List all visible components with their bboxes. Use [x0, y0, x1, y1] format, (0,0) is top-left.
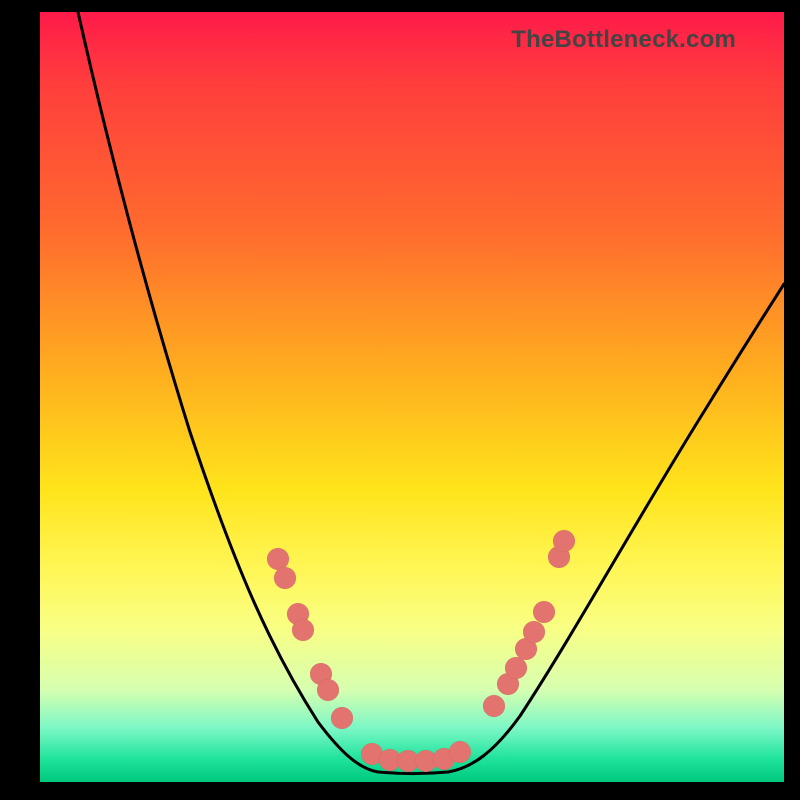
chart-container: TheBottleneck.com: [0, 0, 800, 800]
curve-valley: [378, 772, 448, 774]
curve-left: [78, 12, 378, 772]
plot-area: TheBottleneck.com: [40, 12, 784, 782]
data-points: [267, 530, 575, 772]
bottleneck-curve: [40, 12, 784, 782]
